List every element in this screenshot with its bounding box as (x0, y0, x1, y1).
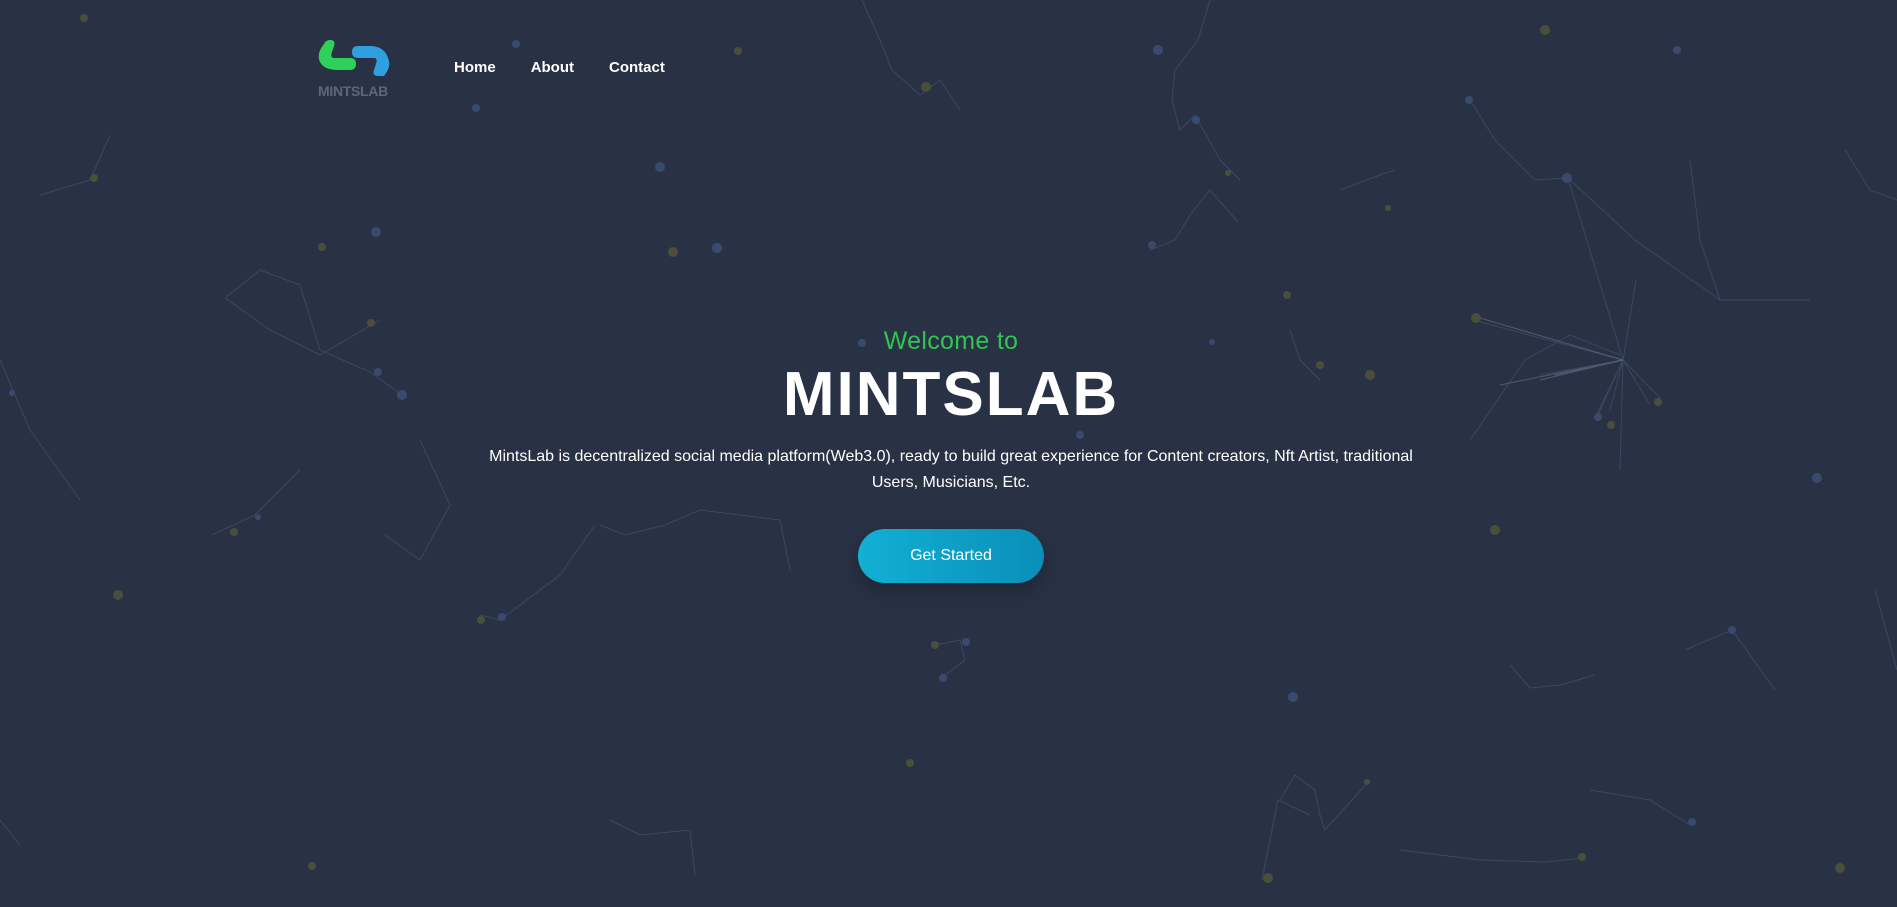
logo-wordmark: MINTSLAB (318, 83, 388, 99)
nav-link-about[interactable]: About (531, 59, 574, 76)
landing-page: MINTSLAB Home About Contact Welcome to M… (0, 0, 1897, 907)
mintslab-logo[interactable]: MINTSLAB (312, 36, 396, 102)
logo-mark-icon (318, 40, 390, 76)
main-nav: Home About Contact (454, 59, 700, 76)
hero-description: MintsLab is decentralized social media p… (489, 448, 1413, 491)
hero-title: MINTSLAB (782, 360, 1120, 429)
nav-link-home[interactable]: Home (454, 59, 496, 76)
welcome-text: Welcome to (883, 327, 1019, 355)
hero-section: Welcome to MINTSLAB MintsLab is decentra… (0, 326, 1897, 583)
nav-link-contact[interactable]: Contact (609, 59, 665, 76)
site-header: MINTSLAB Home About Contact (312, 36, 700, 102)
get-started-button[interactable]: Get Started (858, 529, 1044, 583)
